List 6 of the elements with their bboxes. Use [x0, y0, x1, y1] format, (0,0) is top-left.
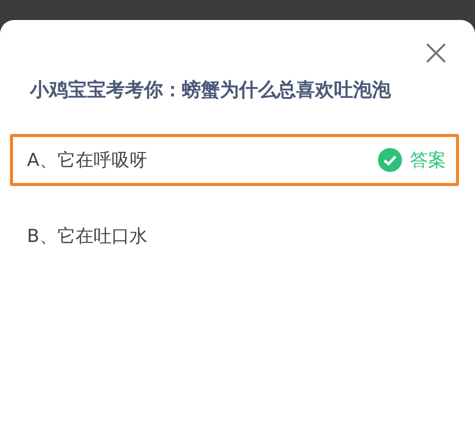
answer-label: 答案	[410, 149, 446, 172]
check-icon	[378, 148, 402, 172]
answer-option[interactable]: B、它在吐口水	[10, 210, 459, 262]
close-icon[interactable]	[425, 42, 447, 64]
question-text: 小鸡宝宝考考你：螃蟹为什么总喜欢吐泡泡	[28, 78, 392, 103]
answer-option[interactable]: A、它在呼吸呀 答案	[10, 134, 459, 186]
